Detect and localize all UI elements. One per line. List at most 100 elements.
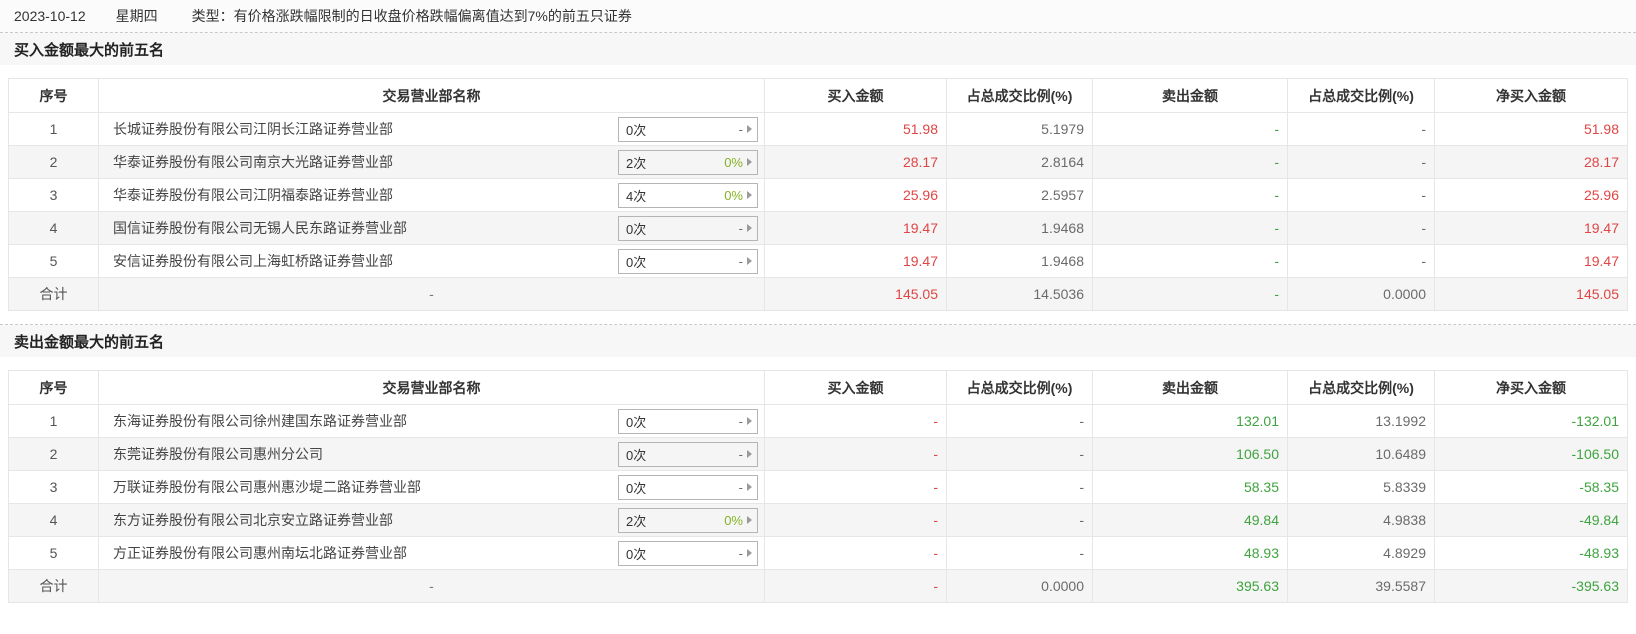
chevron-right-icon xyxy=(747,417,752,425)
col-header-buy-ratio: 占总成交比例(%) xyxy=(946,370,1093,405)
cell-sell-ratio: 13.1992 xyxy=(1287,404,1435,438)
cell-sell-ratio: 4.9838 xyxy=(1287,503,1435,537)
visit-count-widget[interactable]: 0次 - xyxy=(618,248,758,274)
cell-sell-amount: 132.01 xyxy=(1092,404,1288,438)
table-row: 3 华泰证券股份有限公司江阴福泰路证券营业部 4次 0% 25.96 2.595… xyxy=(8,178,1628,212)
list-type-text: 类型：有价格涨跌幅限制的日收盘价格跌幅偏离值达到7%的前五只证券 xyxy=(191,8,632,24)
visit-count: 0次 xyxy=(626,122,647,138)
cell-sell-ratio: - xyxy=(1287,211,1435,245)
cell-buy-ratio: - xyxy=(946,536,1093,570)
visit-count-widget[interactable]: 0次 - xyxy=(618,441,758,467)
chevron-right-icon xyxy=(747,224,752,232)
cell-buy-ratio: 2.5957 xyxy=(946,178,1093,212)
visit-count-widget[interactable]: 0次 - xyxy=(618,540,758,566)
sell-table: 序号 交易营业部名称 买入金额 占总成交比例(%) 卖出金额 占总成交比例(%)… xyxy=(8,370,1628,603)
cell-buy-ratio: - xyxy=(946,503,1093,537)
branch-name: 万联证券股份有限公司惠州惠沙堤二路证券营业部 xyxy=(113,479,421,495)
sell-table-header-row: 序号 交易营业部名称 买入金额 占总成交比例(%) 卖出金额 占总成交比例(%)… xyxy=(8,370,1628,405)
cell-sell-ratio: - xyxy=(1287,244,1435,278)
chevron-right-icon xyxy=(747,450,752,458)
cell-no: 4 xyxy=(8,211,99,245)
branch-name: 方正证券股份有限公司惠州南坛北路证券营业部 xyxy=(113,545,407,561)
cell-buy-ratio: - xyxy=(946,437,1093,471)
cell-no: 5 xyxy=(8,244,99,278)
cell-buy-amount-total: 145.05 xyxy=(764,277,947,311)
visit-count-widget[interactable]: 4次 0% xyxy=(618,182,758,208)
visit-count-widget[interactable]: 0次 - xyxy=(618,116,758,142)
cell-sell-amount: - xyxy=(1092,244,1288,278)
cell-net-buy: 28.17 xyxy=(1434,145,1628,179)
branch-name: 长城证券股份有限公司江阴长江路证券营业部 xyxy=(113,121,393,137)
col-header-sell-amount: 卖出金额 xyxy=(1092,78,1288,113)
total-label: 合计 xyxy=(8,569,99,603)
visit-rate: - xyxy=(738,479,743,495)
chevron-right-icon xyxy=(747,516,752,524)
branch-name: 华泰证券股份有限公司江阴福泰路证券营业部 xyxy=(113,187,393,203)
visit-rate: 0% xyxy=(724,512,743,528)
cell-buy-amount: - xyxy=(764,437,947,471)
visit-rate: - xyxy=(738,253,743,269)
cell-sell-amount: - xyxy=(1092,145,1288,179)
cell-buy-amount: 28.17 xyxy=(764,145,947,179)
visit-rate: - xyxy=(738,545,743,561)
cell-sell-amount: 48.93 xyxy=(1092,536,1288,570)
cell-sell-ratio-total: 39.5587 xyxy=(1287,569,1435,603)
cell-buy-amount: 19.47 xyxy=(764,211,947,245)
visit-count-widget[interactable]: 0次 - xyxy=(618,215,758,241)
cell-buy-ratio: 5.1979 xyxy=(946,112,1093,146)
cell-no: 4 xyxy=(8,503,99,537)
table-row: 5 方正证券股份有限公司惠州南坛北路证券营业部 0次 - - - 48.93 4… xyxy=(8,536,1628,570)
cell-no: 2 xyxy=(8,437,99,471)
cell-buy-amount: - xyxy=(764,536,947,570)
cell-buy-ratio: - xyxy=(946,404,1093,438)
visit-rate: 0% xyxy=(724,187,743,203)
cell-no: 3 xyxy=(8,470,99,504)
col-header-sell-ratio: 占总成交比例(%) xyxy=(1287,78,1435,113)
col-header-net-buy: 净买入金额 xyxy=(1434,78,1628,113)
cell-buy-amount: 19.47 xyxy=(764,244,947,278)
cell-no: 2 xyxy=(8,145,99,179)
cell-buy-ratio-total: 14.5036 xyxy=(946,277,1093,311)
table-row: 1 长城证券股份有限公司江阴长江路证券营业部 0次 - 51.98 5.1979… xyxy=(8,112,1628,146)
table-row: 2 华泰证券股份有限公司南京大光路证券营业部 2次 0% 28.17 2.816… xyxy=(8,145,1628,179)
visit-count-widget[interactable]: 0次 - xyxy=(618,408,758,434)
visit-count: 0次 xyxy=(626,221,647,237)
cell-net-buy: 19.47 xyxy=(1434,211,1628,245)
chevron-right-icon xyxy=(747,483,752,491)
col-header-branch-name: 交易营业部名称 xyxy=(98,78,765,113)
cell-sell-amount-total: - xyxy=(1092,277,1288,311)
chevron-right-icon xyxy=(747,549,752,557)
date-type-bar: 2023-10-12 星期四 类型：有价格涨跌幅限制的日收盘价格跌幅偏离值达到7… xyxy=(0,0,1636,33)
branch-name: 华泰证券股份有限公司南京大光路证券营业部 xyxy=(113,154,393,170)
cell-buy-ratio: 1.9468 xyxy=(946,211,1093,245)
visit-count: 0次 xyxy=(626,414,647,430)
visit-count-widget[interactable]: 2次 0% xyxy=(618,149,758,175)
visit-count: 2次 xyxy=(626,513,647,529)
col-header-buy-amount: 买入金额 xyxy=(764,78,947,113)
visit-rate: - xyxy=(738,121,743,137)
visit-count-widget[interactable]: 0次 - xyxy=(618,474,758,500)
visit-rate: - xyxy=(738,413,743,429)
cell-net-buy: 19.47 xyxy=(1434,244,1628,278)
branch-name: 东海证券股份有限公司徐州建国东路证券营业部 xyxy=(113,413,407,429)
chevron-right-icon xyxy=(747,257,752,265)
visit-count: 2次 xyxy=(626,155,647,171)
cell-sell-amount: - xyxy=(1092,178,1288,212)
col-header-branch-name: 交易营业部名称 xyxy=(98,370,765,405)
total-label: 合计 xyxy=(8,277,99,311)
col-header-sell-ratio: 占总成交比例(%) xyxy=(1287,370,1435,405)
cell-sell-ratio: 4.8929 xyxy=(1287,536,1435,570)
cell-no: 1 xyxy=(8,112,99,146)
cell-buy-amount-total: - xyxy=(764,569,947,603)
visit-count: 0次 xyxy=(626,254,647,270)
visit-count-widget[interactable]: 2次 0% xyxy=(618,507,758,533)
sell-section-title-band: 卖出金额最大的前五名 xyxy=(0,325,1636,357)
chevron-right-icon xyxy=(747,125,752,133)
cell-sell-ratio: - xyxy=(1287,112,1435,146)
chevron-right-icon xyxy=(747,191,752,199)
col-header-sell-amount: 卖出金额 xyxy=(1092,370,1288,405)
cell-net-buy-total: 145.05 xyxy=(1434,277,1628,311)
chevron-right-icon xyxy=(747,158,752,166)
branch-name: 东莞证券股份有限公司惠州分公司 xyxy=(113,446,323,462)
cell-buy-ratio-total: 0.0000 xyxy=(946,569,1093,603)
